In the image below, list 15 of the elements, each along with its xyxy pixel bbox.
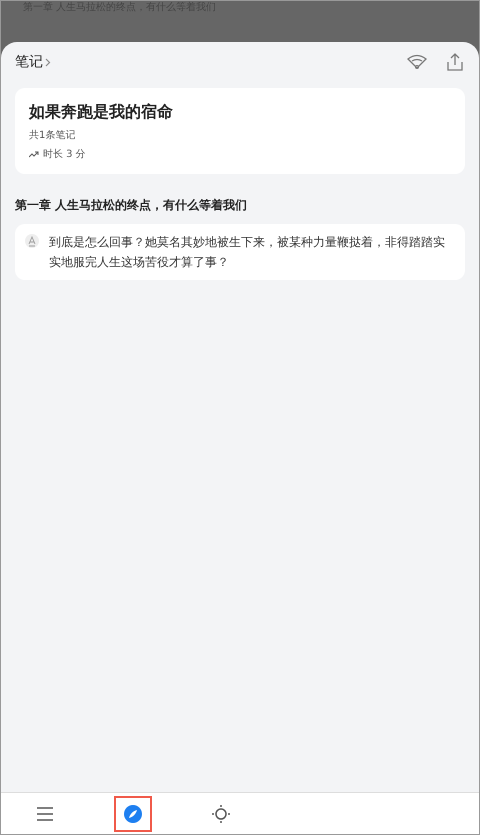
wireless-icon[interactable] <box>407 54 427 70</box>
compass-icon <box>123 804 143 824</box>
compass-tab[interactable] <box>114 796 152 832</box>
trend-icon <box>29 151 39 158</box>
book-title: 如果奔跑是我的宿命 <box>29 101 174 123</box>
note-count: 共1条笔记 <box>29 128 76 143</box>
brightness-icon <box>211 804 231 824</box>
reading-duration: 时长 3 分 <box>43 148 86 162</box>
notes-title-link[interactable]: 笔记 <box>15 52 51 72</box>
menu-icon <box>36 806 54 820</box>
text-style-icon <box>25 234 39 248</box>
chapter-heading: 第一章 人生马拉松的终点，有什么等着我们 <box>15 197 248 214</box>
chevron-right-icon <box>45 58 51 66</box>
note-text: 到底是怎么回事？她莫名其妙地被生下来，被某种力量鞭挞着，非得踏踏实实地服完人生这场苦役才算了事？ <box>49 234 446 271</box>
share-icon[interactable] <box>447 53 463 71</box>
